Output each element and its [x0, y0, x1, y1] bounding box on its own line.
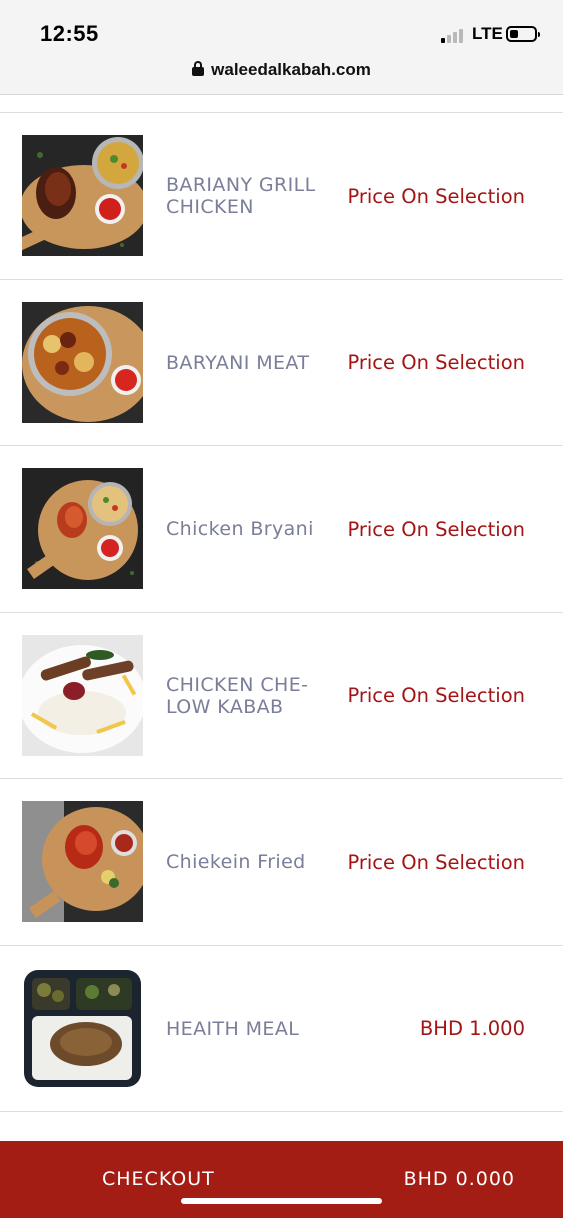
- item-price: Price On Selection: [347, 351, 525, 374]
- browser-top-bar: 12:55 LTE waleedalkabah.com: [0, 0, 563, 95]
- network-type: LTE: [472, 24, 503, 43]
- menu-item[interactable]: Chicken Bryani Price On Selection: [0, 446, 563, 613]
- cart-total: BHD 0.000: [403, 1168, 515, 1190]
- food-image[interactable]: [22, 468, 143, 589]
- item-name[interactable]: BARYANI MEAT: [166, 280, 334, 446]
- home-indicator[interactable]: [181, 1198, 382, 1204]
- item-name[interactable]: BARIANY GRILL CHICKEN: [166, 113, 334, 279]
- signal-icon: [441, 27, 467, 43]
- battery-icon: [506, 26, 540, 42]
- item-price: Price On Selection: [347, 184, 525, 208]
- divider: [0, 95, 563, 113]
- item-name[interactable]: HEAITH MEAL: [166, 946, 334, 1112]
- menu-item[interactable]: HEAITH MEAL BHD 1.000: [0, 946, 563, 1112]
- item-price: Price On Selection: [347, 850, 525, 874]
- checkout-button[interactable]: CHECKOUT: [102, 1168, 215, 1190]
- item-price: Price On Selection: [347, 684, 525, 707]
- food-image[interactable]: [22, 135, 143, 256]
- menu-item[interactable]: CHICKEN CHE-LOW KABAB Price On Selection: [0, 613, 563, 779]
- status-time: 12:55: [40, 21, 99, 46]
- menu-item[interactable]: BARIANY GRILL CHICKEN Price On Selection: [0, 113, 563, 280]
- food-image[interactable]: [22, 967, 143, 1089]
- item-price: BHD 1.000: [419, 1017, 525, 1040]
- menu-item[interactable]: Chiekein Fried Price On Selection: [0, 779, 563, 946]
- item-price: Price On Selection: [347, 517, 525, 541]
- food-image[interactable]: [22, 301, 143, 423]
- item-name[interactable]: CHICKEN CHE-LOW KABAB: [166, 613, 334, 779]
- url-domain: waleedalkabah.com: [211, 60, 371, 79]
- menu-list: BARIANY GRILL CHICKEN Price On Selection…: [0, 95, 563, 1172]
- food-image[interactable]: [22, 801, 143, 922]
- lock-icon: [192, 61, 205, 76]
- url-bar[interactable]: waleedalkabah.com: [0, 60, 563, 80]
- checkout-bar[interactable]: CHECKOUT BHD 0.000: [0, 1141, 563, 1218]
- item-name[interactable]: Chiekein Fried: [166, 779, 334, 945]
- food-image[interactable]: [22, 634, 143, 756]
- menu-item[interactable]: BARYANI MEAT Price On Selection: [0, 280, 563, 446]
- item-name[interactable]: Chicken Bryani: [166, 446, 334, 612]
